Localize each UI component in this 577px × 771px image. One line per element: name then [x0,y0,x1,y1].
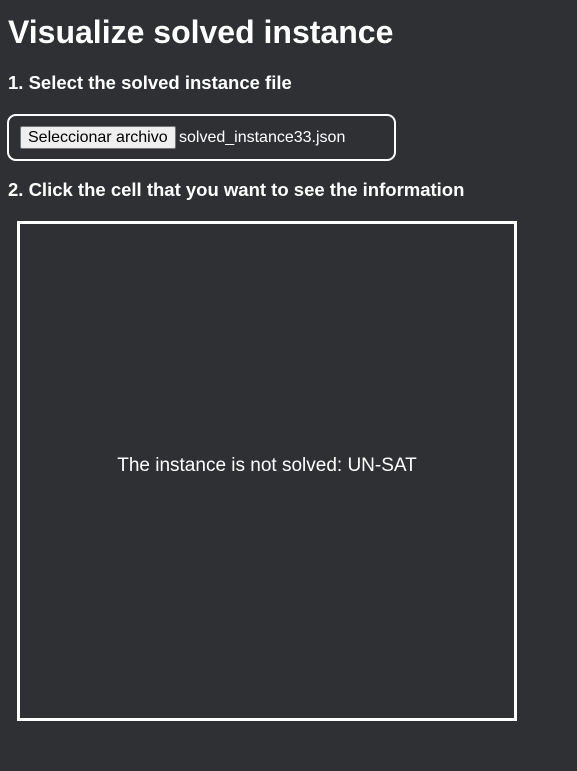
instance-status-message: The instance is not solved: UN-SAT [117,455,417,476]
page-title: Visualize solved instance [8,14,394,50]
selected-file-name: solved_instance33.json [179,129,346,146]
page: Visualize solved instance 1. Select the … [0,0,577,771]
file-input-container[interactable]: Seleccionar archivo solved_instance33.js… [7,114,396,161]
choose-file-button[interactable]: Seleccionar archivo [20,126,176,149]
instance-canvas[interactable]: The instance is not solved: UN-SAT [17,221,517,721]
step-1-heading: 1. Select the solved instance file [8,72,292,93]
step-2-heading: 2. Click the cell that you want to see t… [8,179,465,200]
